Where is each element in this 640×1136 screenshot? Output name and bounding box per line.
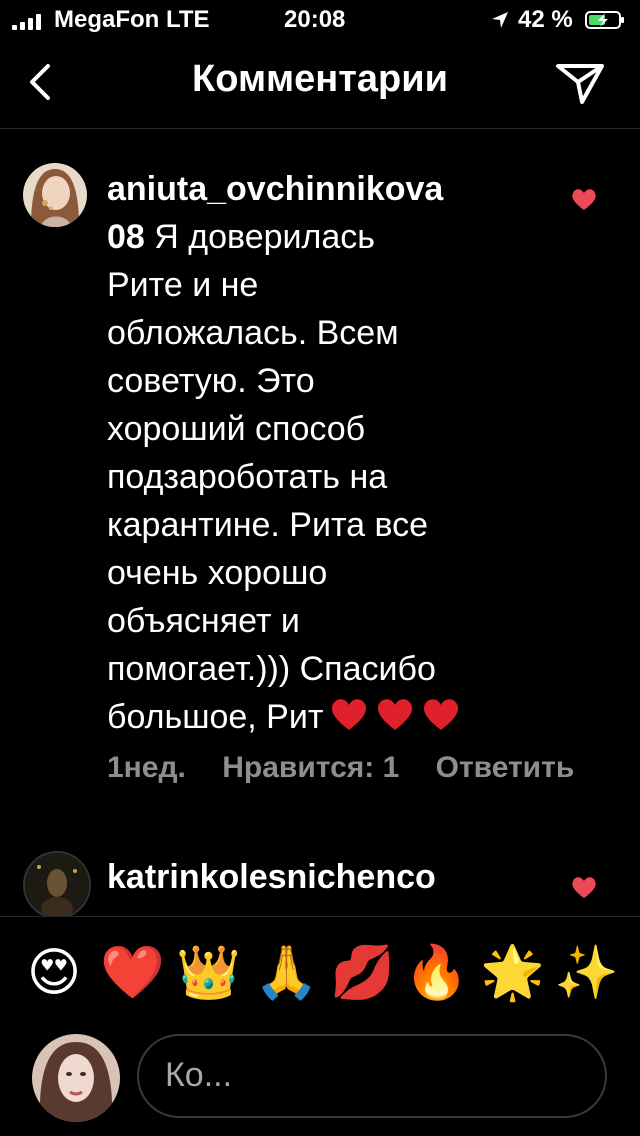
heart-emoji-icon <box>332 699 367 730</box>
comments-list[interactable]: aniuta_ovchinnikova 08 Я доверилась Рите… <box>0 129 640 916</box>
heart-icon[interactable] <box>570 875 598 899</box>
clock: 20:08 <box>284 6 346 33</box>
header: Комментарии <box>0 40 640 129</box>
comment-username[interactable]: katrinkolesnichenco <box>107 858 436 896</box>
emoji-fire[interactable]: 🔥 <box>404 943 469 1003</box>
comment-text: aniuta_ovchinnikova 08 Я доверилась Рите… <box>107 165 527 741</box>
send-icon[interactable] <box>552 58 608 108</box>
comment-line: очень хорошо <box>107 554 328 592</box>
emoji-red-heart[interactable]: ❤️ <box>100 943 165 1003</box>
comment-line: объясняет и <box>107 602 300 640</box>
comment-line: советую. Это <box>107 362 315 400</box>
emoji-heart-eyes[interactable]: 😍 <box>24 943 84 1003</box>
location-arrow-icon <box>492 12 508 28</box>
comment-text: katrinkolesnichenco <box>107 853 527 901</box>
comment-line: карантине. Рита все <box>107 506 429 544</box>
comment-input[interactable]: Ко... <box>137 1034 607 1118</box>
comment-line: помогает.))) Спасибо <box>107 650 436 688</box>
battery-percent: 42 % <box>518 6 573 33</box>
emoji-sparkles[interactable]: ✨ <box>554 943 619 1003</box>
page-title: Комментарии <box>192 58 448 100</box>
comment-username[interactable]: aniuta_ovchinnikova <box>107 170 443 208</box>
status-bar: MegaFon LTE 20:08 42 % <box>0 0 640 40</box>
emoji-kiss-mark[interactable]: 💋 <box>330 943 395 1003</box>
comment-line: подзароботать на <box>107 458 388 496</box>
comment-input-row: Ко... <box>0 1026 640 1136</box>
avatar[interactable] <box>23 851 91 916</box>
signal-icon <box>12 14 46 30</box>
likes-count-link[interactable]: Нравится: 1 <box>222 751 399 784</box>
comment-line: хороший способ <box>107 410 366 448</box>
comment-line: Рите и не <box>107 266 259 304</box>
avatar <box>32 1034 120 1122</box>
comment-line: обложалась. Всем <box>107 314 399 352</box>
comment-age: 1нед. <box>107 751 186 784</box>
emoji-glowing-star[interactable]: 🌟 <box>480 943 545 1003</box>
comment-input-placeholder: Ко... <box>165 1056 233 1094</box>
emoji-quick-bar: 😍 ❤️ 👑 🙏 💋 🔥 🌟 ✨ <box>0 916 640 1027</box>
emoji-crown[interactable]: 👑 <box>176 943 241 1003</box>
comment-line: Я доверилась <box>154 218 375 256</box>
comment-meta: 1нед. Нравится: 1 Ответить <box>107 751 602 785</box>
heart-emoji-icon <box>378 699 413 730</box>
emoji-praying-hands[interactable]: 🙏 <box>254 943 319 1003</box>
comment-line: большое, Рит <box>107 698 324 736</box>
carrier-label: MegaFon LTE <box>54 6 210 33</box>
heart-icon[interactable] <box>570 187 598 211</box>
heart-emoji-icon <box>424 699 459 730</box>
avatar[interactable] <box>23 163 87 227</box>
comment-username-tail[interactable]: 08 <box>107 218 145 256</box>
battery-charging-icon <box>585 11 624 29</box>
reply-link[interactable]: Ответить <box>436 751 575 784</box>
